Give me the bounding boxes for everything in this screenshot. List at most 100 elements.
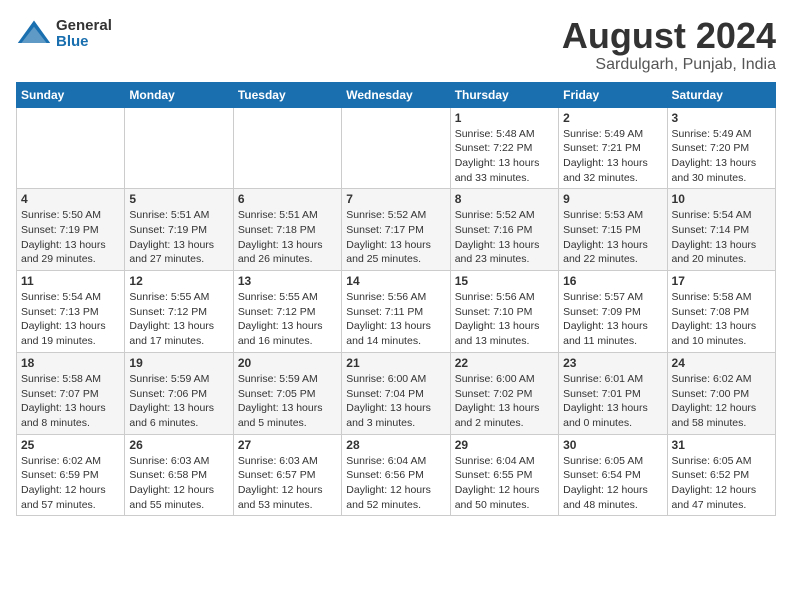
day-number: 24 [672,356,771,370]
day-number: 12 [129,274,228,288]
day-info: Sunrise: 6:05 AM Sunset: 6:54 PM Dayligh… [563,454,662,513]
day-info: Sunrise: 6:04 AM Sunset: 6:55 PM Dayligh… [455,454,554,513]
day-number: 25 [21,438,120,452]
day-cell: 18 Sunrise: 5:58 AM Sunset: 7:07 PM Dayli… [17,352,125,434]
day-number: 28 [346,438,445,452]
day-info: Sunrise: 6:00 AM Sunset: 7:04 PM Dayligh… [346,372,445,431]
day-number: 26 [129,438,228,452]
day-cell: 7 Sunrise: 5:52 AM Sunset: 7:17 PM Daylig… [342,189,450,271]
day-info: Sunrise: 5:49 AM Sunset: 7:21 PM Dayligh… [563,127,662,186]
day-info: Sunrise: 5:55 AM Sunset: 7:12 PM Dayligh… [129,290,228,349]
day-number: 11 [21,274,120,288]
day-cell: 11 Sunrise: 5:54 AM Sunset: 7:13 PM Dayli… [17,271,125,353]
day-cell: 15 Sunrise: 5:56 AM Sunset: 7:10 PM Dayli… [450,271,558,353]
logo: General Blue [16,16,112,52]
calendar: SundayMondayTuesdayWednesdayThursdayFrid… [16,82,776,517]
day-number: 23 [563,356,662,370]
day-cell: 25 Sunrise: 6:02 AM Sunset: 6:59 PM Dayli… [17,434,125,516]
week-row-2: 4Sunrise: 5:50 AM Sunset: 7:19 PM Daylig… [17,189,776,271]
day-number: 9 [563,192,662,206]
logo-general: General [56,18,112,35]
day-info: Sunrise: 5:58 AM Sunset: 7:07 PM Dayligh… [21,372,120,431]
day-number: 15 [455,274,554,288]
day-number: 29 [455,438,554,452]
day-number: 8 [455,192,554,206]
day-header-friday: Friday [559,82,667,107]
day-number: 6 [238,192,337,206]
day-cell [17,107,125,189]
day-info: Sunrise: 5:57 AM Sunset: 7:09 PM Dayligh… [563,290,662,349]
day-header-tuesday: Tuesday [233,82,341,107]
day-info: Sunrise: 5:51 AM Sunset: 7:18 PM Dayligh… [238,208,337,267]
day-cell: 20 Sunrise: 5:59 AM Sunset: 7:05 PM Dayli… [233,352,341,434]
day-cell [342,107,450,189]
day-info: Sunrise: 5:51 AM Sunset: 7:19 PM Dayligh… [129,208,228,267]
day-cell: 4Sunrise: 5:50 AM Sunset: 7:19 PM Daylig… [17,189,125,271]
day-info: Sunrise: 6:04 AM Sunset: 6:56 PM Dayligh… [346,454,445,513]
day-cell: 24 Sunrise: 6:02 AM Sunset: 7:00 PM Dayli… [667,352,775,434]
day-info: Sunrise: 5:58 AM Sunset: 7:08 PM Dayligh… [672,290,771,349]
header: General Blue August 2024 Sardulgarh, Pun… [16,16,776,74]
day-number: 10 [672,192,771,206]
day-cell: 26Sunrise: 6:03 AM Sunset: 6:58 PM Dayli… [125,434,233,516]
day-number: 16 [563,274,662,288]
day-header-thursday: Thursday [450,82,558,107]
day-header-sunday: Sunday [17,82,125,107]
day-cell: 27Sunrise: 6:03 AM Sunset: 6:57 PM Dayli… [233,434,341,516]
day-cell [125,107,233,189]
day-cell: 1 Sunrise: 5:48 AM Sunset: 7:22 PM Daylig… [450,107,558,189]
day-cell: 22 Sunrise: 6:00 AM Sunset: 7:02 PM Dayli… [450,352,558,434]
day-info: Sunrise: 6:01 AM Sunset: 7:01 PM Dayligh… [563,372,662,431]
day-info: Sunrise: 5:54 AM Sunset: 7:14 PM Dayligh… [672,208,771,267]
day-cell: 21 Sunrise: 6:00 AM Sunset: 7:04 PM Dayli… [342,352,450,434]
day-cell: 16 Sunrise: 5:57 AM Sunset: 7:09 PM Dayli… [559,271,667,353]
day-cell: 10 Sunrise: 5:54 AM Sunset: 7:14 PM Dayli… [667,189,775,271]
day-cell: 8 Sunrise: 5:52 AM Sunset: 7:16 PM Daylig… [450,189,558,271]
day-cell: 28 Sunrise: 6:04 AM Sunset: 6:56 PM Dayli… [342,434,450,516]
day-info: Sunrise: 6:02 AM Sunset: 7:00 PM Dayligh… [672,372,771,431]
day-cell: 23 Sunrise: 6:01 AM Sunset: 7:01 PM Dayli… [559,352,667,434]
day-cell: 12 Sunrise: 5:55 AM Sunset: 7:12 PM Dayli… [125,271,233,353]
day-number: 17 [672,274,771,288]
day-info: Sunrise: 5:52 AM Sunset: 7:16 PM Dayligh… [455,208,554,267]
day-info: Sunrise: 5:48 AM Sunset: 7:22 PM Dayligh… [455,127,554,186]
week-row-5: 25 Sunrise: 6:02 AM Sunset: 6:59 PM Dayli… [17,434,776,516]
day-cell: 9 Sunrise: 5:53 AM Sunset: 7:15 PM Daylig… [559,189,667,271]
calendar-header-row: SundayMondayTuesdayWednesdayThursdayFrid… [17,82,776,107]
day-number: 19 [129,356,228,370]
week-row-4: 18 Sunrise: 5:58 AM Sunset: 7:07 PM Dayli… [17,352,776,434]
day-cell: 6 Sunrise: 5:51 AM Sunset: 7:18 PM Daylig… [233,189,341,271]
day-info: Sunrise: 5:49 AM Sunset: 7:20 PM Dayligh… [672,127,771,186]
logo-icon [16,16,52,52]
day-info: Sunrise: 5:56 AM Sunset: 7:10 PM Dayligh… [455,290,554,349]
logo-text: General Blue [56,18,112,51]
day-info: Sunrise: 5:54 AM Sunset: 7:13 PM Dayligh… [21,290,120,349]
day-cell: 29 Sunrise: 6:04 AM Sunset: 6:55 PM Dayli… [450,434,558,516]
location-title: Sardulgarh, Punjab, India [562,56,776,74]
day-number: 13 [238,274,337,288]
day-number: 7 [346,192,445,206]
day-cell: 2Sunrise: 5:49 AM Sunset: 7:21 PM Daylig… [559,107,667,189]
day-cell: 5Sunrise: 5:51 AM Sunset: 7:19 PM Daylig… [125,189,233,271]
day-number: 20 [238,356,337,370]
day-number: 22 [455,356,554,370]
day-number: 1 [455,111,554,125]
day-info: Sunrise: 6:00 AM Sunset: 7:02 PM Dayligh… [455,372,554,431]
day-info: Sunrise: 5:52 AM Sunset: 7:17 PM Dayligh… [346,208,445,267]
day-cell: 31Sunrise: 6:05 AM Sunset: 6:52 PM Dayli… [667,434,775,516]
day-number: 30 [563,438,662,452]
day-cell: 17 Sunrise: 5:58 AM Sunset: 7:08 PM Dayli… [667,271,775,353]
title-area: August 2024 Sardulgarh, Punjab, India [562,16,776,74]
day-number: 14 [346,274,445,288]
day-info: Sunrise: 6:05 AM Sunset: 6:52 PM Dayligh… [672,454,771,513]
day-info: Sunrise: 5:59 AM Sunset: 7:05 PM Dayligh… [238,372,337,431]
day-info: Sunrise: 6:02 AM Sunset: 6:59 PM Dayligh… [21,454,120,513]
day-number: 18 [21,356,120,370]
day-number: 21 [346,356,445,370]
day-cell: 19Sunrise: 5:59 AM Sunset: 7:06 PM Dayli… [125,352,233,434]
day-info: Sunrise: 5:56 AM Sunset: 7:11 PM Dayligh… [346,290,445,349]
day-info: Sunrise: 6:03 AM Sunset: 6:57 PM Dayligh… [238,454,337,513]
day-info: Sunrise: 5:53 AM Sunset: 7:15 PM Dayligh… [563,208,662,267]
week-row-3: 11 Sunrise: 5:54 AM Sunset: 7:13 PM Dayli… [17,271,776,353]
day-info: Sunrise: 5:55 AM Sunset: 7:12 PM Dayligh… [238,290,337,349]
